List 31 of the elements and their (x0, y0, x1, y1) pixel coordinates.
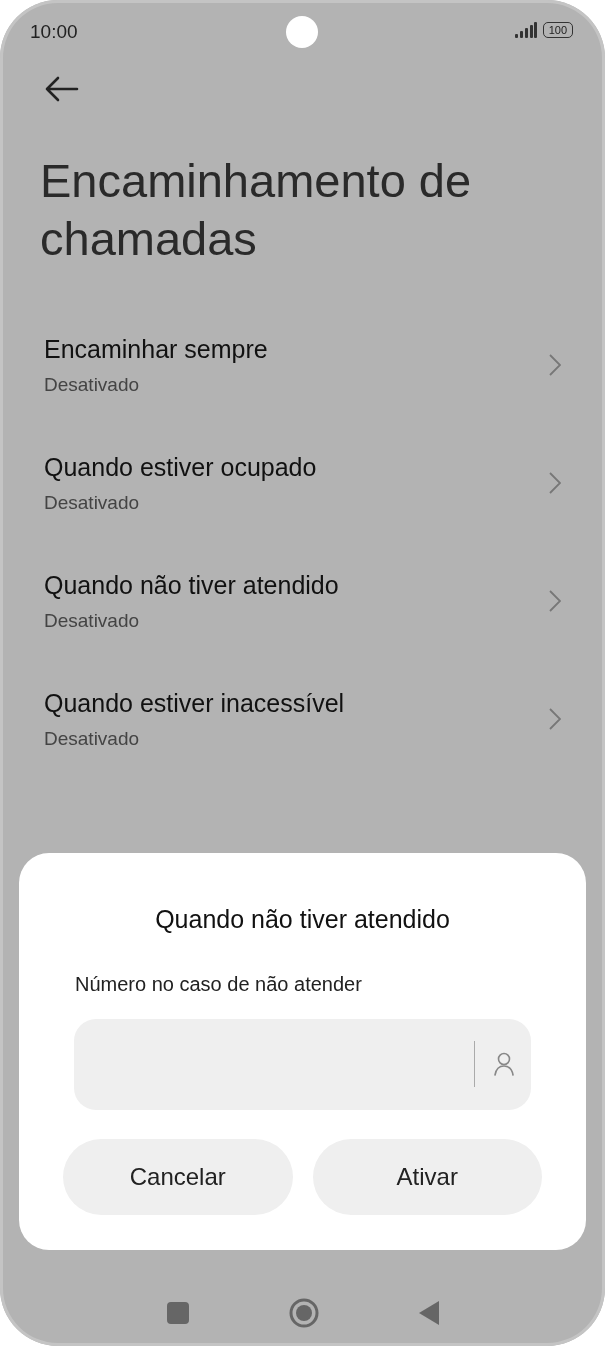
chevron-icon (549, 472, 561, 494)
page-title: Encaminhamento de chamadas (40, 153, 473, 267)
settings-row[interactable]: Encaminhar sempre Desativado (0, 306, 605, 424)
settings-row[interactable]: Quando estiver inacessível Desativado (0, 660, 605, 778)
home-icon[interactable] (288, 1298, 319, 1328)
dialog-button[interactable]: Ativar (312, 1138, 542, 1215)
camera-hole (286, 16, 318, 48)
chevron-icon (549, 354, 561, 376)
back-nav-icon[interactable] (418, 1301, 439, 1325)
row-status: Desativado (44, 373, 141, 397)
status-time: 10:00 (30, 20, 78, 44)
chevron-icon (549, 590, 561, 612)
number-field[interactable] (74, 1018, 531, 1110)
row-title: Quando estiver inacessível (44, 687, 346, 719)
signal-icon (514, 22, 537, 38)
chevron-icon (549, 708, 561, 730)
battery-indicator: 100 (542, 22, 573, 38)
settings-row[interactable]: Quando não tiver atendido Desativado (0, 542, 605, 660)
dialog-title: Quando não tiver atendido (154, 904, 451, 935)
person-icon[interactable] (493, 1052, 515, 1076)
back-button[interactable] (44, 76, 80, 102)
row-status: Desativado (44, 609, 141, 633)
settings-row[interactable]: Quando estiver ocupado Desativado (0, 424, 605, 542)
row-status: Desativado (44, 491, 141, 515)
recents-icon[interactable] (166, 1302, 189, 1324)
dialog-button[interactable]: Cancelar (63, 1138, 293, 1215)
row-title: Encaminhar sempre (44, 333, 269, 365)
row-title: Quando não tiver atendido (44, 569, 340, 601)
row-title: Quando estiver ocupado (44, 451, 318, 483)
field-label: Número no caso de não atender (75, 971, 363, 997)
row-status: Desativado (44, 727, 141, 751)
